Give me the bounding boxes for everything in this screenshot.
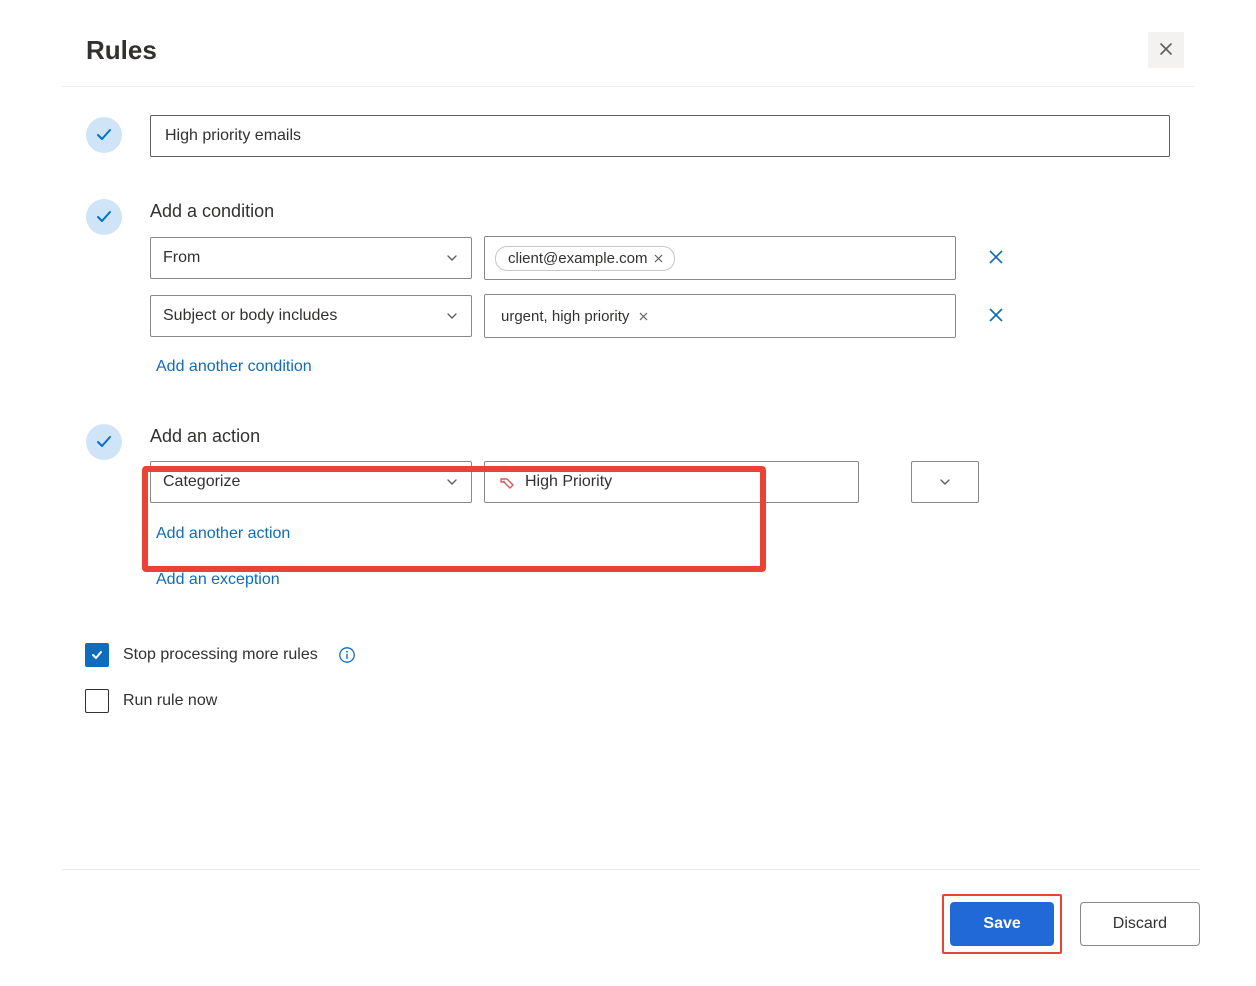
tag-icon bbox=[499, 474, 515, 490]
save-button[interactable]: Save bbox=[950, 902, 1053, 946]
x-icon bbox=[987, 248, 1005, 269]
stop-processing-label: Stop processing more rules bbox=[123, 646, 318, 664]
condition-value-chip[interactable]: urgent, high priority bbox=[495, 305, 657, 328]
action-type-dropdown[interactable]: Categorize bbox=[150, 461, 472, 503]
condition-section-label: Add a condition bbox=[150, 201, 1170, 222]
remove-condition-button[interactable] bbox=[982, 244, 1010, 272]
annotation-highlight-save: Save bbox=[942, 894, 1061, 954]
stop-processing-checkbox[interactable]: Stop processing more rules bbox=[85, 643, 1170, 667]
chevron-down-icon bbox=[445, 309, 459, 323]
add-action-link[interactable]: Add another action bbox=[156, 525, 290, 543]
chevron-down-icon bbox=[445, 475, 459, 489]
chip-remove-icon[interactable] bbox=[653, 253, 664, 264]
condition-value-chip[interactable]: client@example.com bbox=[495, 246, 675, 271]
condition-type-dropdown[interactable]: From bbox=[150, 237, 472, 279]
chevron-down-icon bbox=[938, 475, 952, 489]
action-value-dropdown[interactable] bbox=[911, 461, 979, 503]
action-type-value: Categorize bbox=[163, 473, 240, 491]
close-button[interactable] bbox=[1148, 32, 1184, 68]
checkbox-unchecked-icon bbox=[85, 689, 109, 713]
run-rule-now-label: Run rule now bbox=[123, 692, 217, 710]
chip-remove-icon[interactable] bbox=[638, 311, 649, 322]
checkbox-checked-icon bbox=[85, 643, 109, 667]
page-title: Rules bbox=[86, 35, 157, 66]
action-value-field[interactable]: High Priority bbox=[484, 461, 859, 503]
info-icon[interactable] bbox=[338, 646, 356, 664]
step-complete-icon bbox=[86, 424, 122, 460]
action-value-label: High Priority bbox=[525, 473, 612, 491]
run-rule-now-checkbox[interactable]: Run rule now bbox=[85, 689, 1170, 713]
chip-label: urgent, high priority bbox=[501, 308, 629, 325]
step-complete-icon bbox=[86, 199, 122, 235]
x-icon bbox=[987, 306, 1005, 327]
condition-value-field[interactable]: urgent, high priority bbox=[484, 294, 956, 338]
chip-label: client@example.com bbox=[508, 250, 647, 267]
chevron-down-icon bbox=[445, 251, 459, 265]
action-section-label: Add an action bbox=[150, 426, 1170, 447]
condition-type-value: Subject or body includes bbox=[163, 307, 337, 325]
add-condition-link[interactable]: Add another condition bbox=[156, 358, 312, 376]
condition-type-value: From bbox=[163, 249, 200, 267]
condition-value-field[interactable]: client@example.com bbox=[484, 236, 956, 280]
step-complete-icon bbox=[86, 117, 122, 153]
discard-button[interactable]: Discard bbox=[1080, 902, 1200, 946]
condition-type-dropdown[interactable]: Subject or body includes bbox=[150, 295, 472, 337]
close-icon bbox=[1158, 41, 1174, 60]
remove-condition-button[interactable] bbox=[982, 302, 1010, 330]
add-exception-link[interactable]: Add an exception bbox=[156, 571, 280, 589]
rule-name-input[interactable] bbox=[150, 115, 1170, 157]
footer-divider bbox=[62, 869, 1200, 870]
